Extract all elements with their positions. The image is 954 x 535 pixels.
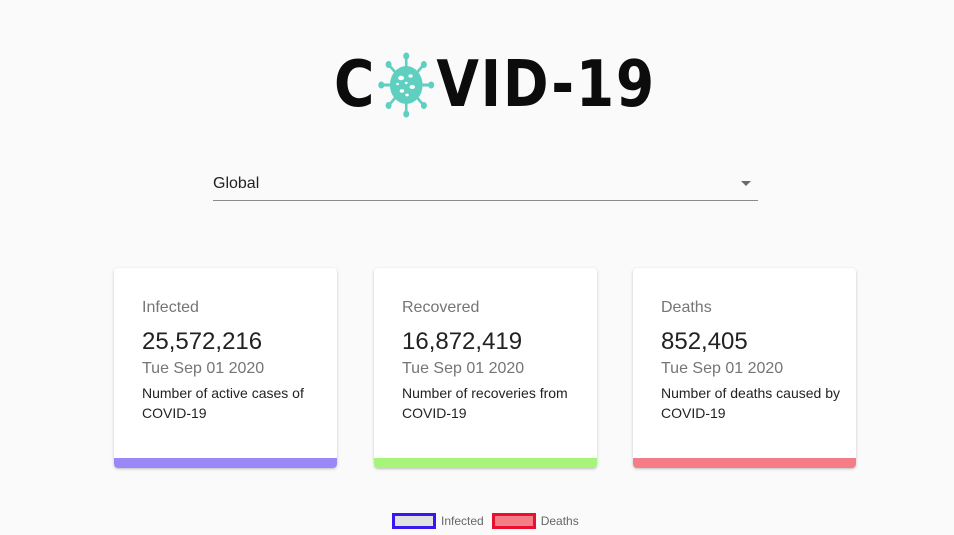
card-label: Infected: [142, 299, 199, 316]
card-date: Tue Sep 01 2020: [661, 360, 784, 377]
legend-item-infected[interactable]: Infected: [392, 513, 484, 529]
deaths-card: Deaths 852,405 Tue Sep 01 2020 Number of…: [633, 268, 856, 468]
virus-icon: [378, 52, 435, 118]
legend-item-deaths[interactable]: Deaths: [491, 513, 579, 529]
country-select[interactable]: Global: [213, 166, 758, 201]
logo-wordmark: C VID-19: [334, 50, 656, 120]
logo-text-start: C: [334, 48, 377, 122]
card-accent-bar: [633, 458, 856, 468]
card-accent-bar: [114, 458, 337, 468]
card-description: Number of active cases of COVID-19: [142, 385, 304, 421]
card-label: Recovered: [402, 299, 480, 316]
country-select-value: Global: [213, 175, 260, 192]
card-date: Tue Sep 01 2020: [142, 360, 265, 377]
card-accent-bar: [374, 458, 597, 468]
legend-swatch-deaths: [491, 513, 536, 529]
card-value: 852,405: [661, 328, 748, 355]
card-description: Number of recoveries from COVID-19: [402, 385, 568, 421]
page: C VID-19 Global Infected 25,572,216 Tue …: [0, 0, 954, 535]
card-value: 25,572,216: [142, 328, 263, 355]
covid-19-logo: C VID-19: [334, 50, 654, 120]
dropdown-arrow-icon[interactable]: [741, 181, 751, 186]
card-date: Tue Sep 01 2020: [402, 360, 525, 377]
chart-legend: Infected Deaths: [392, 513, 587, 529]
recovered-card: Recovered 16,872,419 Tue Sep 01 2020 Num…: [374, 268, 597, 468]
infected-card: Infected 25,572,216 Tue Sep 01 2020 Numb…: [114, 268, 337, 468]
card-description: Number of deaths caused by COVID-19: [661, 385, 840, 421]
legend-swatch-infected: [392, 513, 436, 529]
legend-label: Deaths: [540, 514, 579, 528]
card-label: Deaths: [661, 299, 712, 316]
card-value: 16,872,419: [402, 328, 523, 355]
legend-label: Infected: [441, 514, 484, 528]
logo-text-end: VID-19: [436, 48, 656, 122]
